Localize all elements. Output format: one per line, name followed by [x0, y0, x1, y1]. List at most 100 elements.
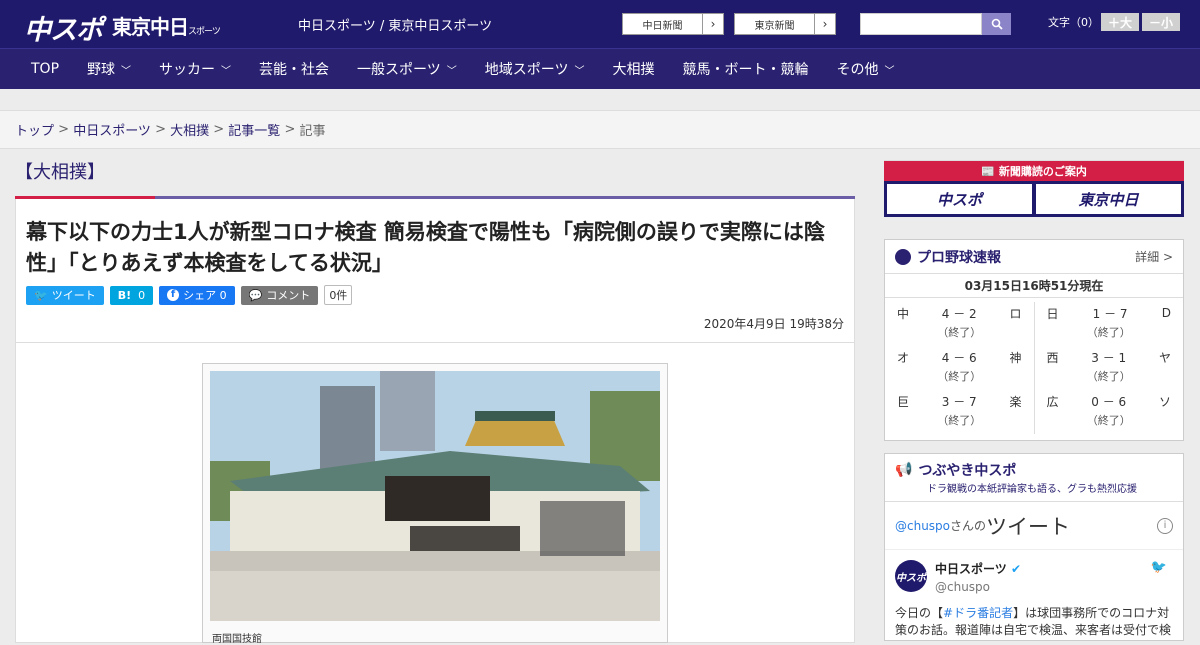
baseball-title: プロ野球速報: [917, 249, 1001, 266]
category-label: 【大相撲】: [15, 162, 105, 183]
nav-item-top[interactable]: TOP: [31, 61, 59, 77]
chevron-right-icon: ›: [822, 17, 828, 31]
tweet-box: 📢 つぶやき中スポ ドラ観戦の本紙評論家も語る、グラも熱烈応援 @chuspo さ…: [884, 453, 1184, 641]
nav-item-baseball[interactable]: 野球 ﹀: [87, 59, 131, 79]
away-team: ロ: [1009, 306, 1022, 321]
game-score: 1 － 7: [1092, 306, 1128, 321]
nav-item-entertainment[interactable]: 芸能・社会: [259, 59, 329, 79]
comment-icon: 💬: [248, 288, 263, 302]
game-status: （終了）: [937, 414, 982, 427]
nav-item-local-sports[interactable]: 地域スポーツ ﹀: [485, 59, 585, 79]
home-team: オ: [897, 350, 910, 365]
tweet-author-name[interactable]: 中日スポーツ ✔: [935, 560, 1021, 577]
avatar[interactable]: 中スポ: [895, 560, 927, 592]
game-status: （終了）: [1086, 414, 1131, 427]
tokyo-shimbun-label: 東京新聞: [735, 14, 815, 34]
breadcrumb-chunichi-sports[interactable]: 中日スポーツ: [73, 120, 151, 139]
main-nav: TOP 野球 ﹀ サッカー ﹀ 芸能・社会 一般スポーツ ﹀ 地域スポーツ ﹀ 大相撲 …: [0, 48, 1200, 89]
nav-item-general-sports[interactable]: 一般スポーツ ﹀: [357, 59, 457, 79]
twitter-handle-link[interactable]: @chuspo: [895, 519, 950, 533]
font-size-label: 文字（0）: [1048, 16, 1099, 29]
hatena-label: B!: [117, 288, 132, 302]
game-score: 3 － 1: [1091, 350, 1127, 365]
tweet-box-subtitle: ドラ観戦の本紙評論家も語る、グラも熱烈応援: [927, 484, 1137, 495]
twitter-bird-icon: 🐦: [1150, 560, 1167, 575]
subscribe-tokyo-chunichi-button[interactable]: 東京中日: [1036, 184, 1181, 214]
kokugikan-photo[interactable]: [210, 371, 660, 621]
tokyo-chunichi-logo[interactable]: 東京中日スポーツ: [112, 11, 221, 40]
search-input[interactable]: [860, 13, 982, 35]
game-status: （終了）: [1086, 370, 1131, 383]
top-header: 中スポ 東京中日スポーツ 中日スポーツ / 東京中日スポーツ 中日新聞 › 東京…: [0, 0, 1200, 48]
nav-label: 地域スポーツ: [484, 62, 569, 78]
breadcrumb-sumo[interactable]: 大相撲: [170, 120, 209, 139]
home-team: 中: [897, 306, 910, 321]
breadcrumb-article-list[interactable]: 記事一覧: [228, 120, 280, 139]
baseball-detail-link[interactable]: 詳細 >: [1135, 248, 1173, 265]
comment-button[interactable]: 💬 コメント: [240, 285, 319, 305]
tweets-heading: ツイート: [986, 514, 1071, 539]
nav-label: 芸能・社会: [259, 62, 330, 78]
sidebar: 📰 新聞購読のご案内 中スポ 東京中日 プロ野球速報 詳細 > 03月15日16時…: [884, 160, 1184, 641]
verified-icon: ✔: [1010, 562, 1022, 576]
subscribe-chuspo-button[interactable]: 中スポ: [887, 184, 1032, 214]
facebook-share-label: シェア: [183, 289, 217, 302]
chuspo-logo[interactable]: 中スポ: [24, 8, 103, 47]
home-team: 広: [1046, 394, 1059, 409]
nav-item-soccer[interactable]: サッカー ﹀: [159, 59, 231, 79]
facebook-icon: f: [167, 289, 180, 301]
game-row[interactable]: 西 3 － 1 ヤ: [1047, 346, 1172, 368]
nav-item-other[interactable]: その他 ﹀: [836, 59, 894, 79]
chevron-down-icon: ﹀: [121, 65, 132, 77]
nav-item-sumo[interactable]: 大相撲: [612, 59, 654, 79]
game-score: 3 － 7: [941, 394, 977, 409]
score-column-right: 日 1 － 7 D （終了） 西 3 － 1 ヤ （終了） 広 0 － 6 ソ （終了）: [1033, 302, 1184, 434]
twitter-icon: 🐦: [34, 288, 48, 302]
newspaper-icon: 📰: [981, 164, 995, 178]
tweet-item[interactable]: 中スポ 中日スポーツ ✔ @chuspo 🐦 今日の【#ドラ番記者】は球団事務所…: [885, 550, 1183, 640]
home-team: 日: [1046, 306, 1059, 321]
breadcrumb: トップ > 中日スポーツ > 大相撲 > 記事一覧 > 記事: [0, 111, 1200, 149]
baseball-as-of: 03月15日16時51分現在: [885, 274, 1183, 298]
facebook-share-button[interactable]: f シェア 0: [159, 285, 235, 305]
game-row[interactable]: 巨 3 － 7 楽: [897, 390, 1022, 412]
tokyo-shimbun-button[interactable]: 東京新聞 ›: [734, 13, 836, 35]
comment-count: 0件: [324, 285, 353, 305]
info-icon[interactable]: i: [1157, 517, 1173, 534]
nav-label: TOP: [31, 61, 60, 77]
hatena-bookmark-button[interactable]: B! 0: [109, 285, 154, 305]
article-card: 幕下以下の力士1人が新型コロナ検査 簡易検査で陽性も「病院側の誤りで実際には陰性…: [15, 199, 855, 645]
game-status: （終了）: [937, 370, 982, 383]
score-column-left: 中 4 － 2 ロ （終了） オ 4 － 6 神 （終了） 巨 3 － 7 楽 （終了）: [885, 302, 1034, 434]
nav-label: 大相撲: [612, 62, 655, 78]
chunichi-shimbun-label: 中日新聞: [623, 14, 703, 34]
photo-area: 両国国技館: [16, 342, 854, 645]
chunichi-shimbun-button[interactable]: 中日新聞 ›: [622, 13, 724, 35]
chevron-down-icon: ﹀: [221, 65, 232, 77]
font-larger-button[interactable]: ＋大: [1101, 13, 1139, 31]
hashtag-link[interactable]: #ドラ番記者: [943, 606, 1013, 620]
game-row[interactable]: オ 4 － 6 神: [897, 346, 1022, 368]
chevron-down-icon: ﹀: [574, 65, 585, 77]
tweet-author-handle[interactable]: @chuspo: [935, 580, 990, 594]
nav-item-racing[interactable]: 競馬・ボート・競輪: [682, 59, 808, 79]
photo-caption: 両国国技館: [212, 634, 262, 645]
tweet-box-title: つぶやき中スポ: [918, 463, 1017, 479]
breadcrumb-current: 記事: [299, 124, 326, 139]
game-row[interactable]: 日 1 － 7 D: [1047, 302, 1172, 324]
site-title[interactable]: 中日スポーツ / 東京中日スポーツ: [298, 15, 492, 34]
megaphone-icon: 📢: [895, 462, 913, 478]
away-team: 神: [1009, 350, 1022, 365]
game-row[interactable]: 広 0 － 6 ソ: [1047, 390, 1172, 412]
twitter-share-button[interactable]: 🐦 ツイート: [26, 285, 104, 305]
game-row[interactable]: 中 4 － 2 ロ: [897, 302, 1022, 324]
tokyo-logo-sub: スポーツ: [188, 27, 221, 37]
search-button[interactable]: [982, 13, 1011, 35]
photo-frame: 両国国技館: [202, 363, 668, 645]
font-smaller-button[interactable]: －小: [1142, 13, 1180, 31]
article-column: 【大相撲】 幕下以下の力士1人が新型コロナ検査 簡易検査で陽性も「病院側の誤りで…: [15, 150, 855, 645]
away-team: 楽: [1009, 394, 1022, 409]
baseball-score-box: プロ野球速報 詳細 > 03月15日16時51分現在 中 4 － 2 ロ （終了） …: [884, 239, 1184, 441]
breadcrumb-top[interactable]: トップ: [15, 120, 54, 139]
game-score: 4 － 6: [941, 350, 977, 365]
